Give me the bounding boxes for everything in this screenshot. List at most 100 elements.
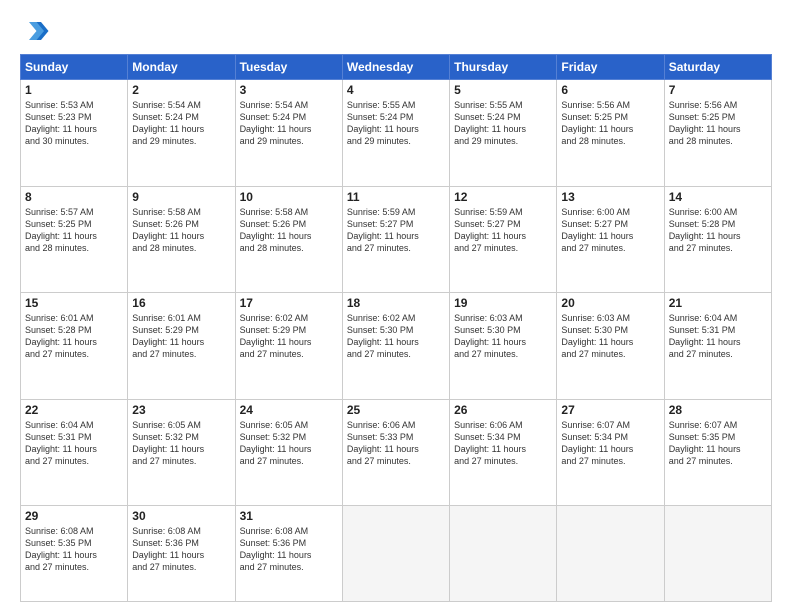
calendar-week-row: 15 Sunrise: 6:01 AM Sunset: 5:28 PM Dayli… <box>21 293 772 400</box>
day-info: Sunrise: 6:06 AM Sunset: 5:33 PM Dayligh… <box>347 419 445 468</box>
day-number: 26 <box>454 403 552 417</box>
calendar-cell: 5 Sunrise: 5:55 AM Sunset: 5:24 PM Daylig… <box>450 80 557 187</box>
calendar-cell: 9Sunrise: 5:58 AM Sunset: 5:26 PM Daylig… <box>128 186 235 293</box>
calendar-cell: 18Sunrise: 6:02 AM Sunset: 5:30 PM Dayli… <box>342 293 449 400</box>
day-number: 18 <box>347 296 445 310</box>
logo <box>20 16 54 46</box>
calendar-header-sunday: Sunday <box>21 55 128 80</box>
day-number: 25 <box>347 403 445 417</box>
day-number: 6 <box>561 83 659 97</box>
day-number: 23 <box>132 403 230 417</box>
calendar-cell: 14 Sunrise: 6:00 AM Sunset: 5:28 PM Dayli… <box>664 186 771 293</box>
calendar-cell: 26 Sunrise: 6:06 AM Sunset: 5:34 PM Dayli… <box>450 399 557 506</box>
day-number: 4 <box>347 83 445 97</box>
day-info: Sunrise: 6:01 AM Sunset: 5:28 PM Dayligh… <box>25 312 123 361</box>
calendar-week-row: 1 Sunrise: 5:53 AM Sunset: 5:23 PM Daylig… <box>21 80 772 187</box>
day-number: 14 <box>669 190 767 204</box>
day-number: 3 <box>240 83 338 97</box>
calendar-cell <box>450 506 557 602</box>
day-number: 27 <box>561 403 659 417</box>
day-number: 8 <box>25 190 123 204</box>
calendar-cell: 2 Sunrise: 5:54 AM Sunset: 5:24 PM Daylig… <box>128 80 235 187</box>
day-number: 10 <box>240 190 338 204</box>
day-number: 17 <box>240 296 338 310</box>
calendar-header-saturday: Saturday <box>664 55 771 80</box>
day-info: Sunrise: 5:53 AM Sunset: 5:23 PM Dayligh… <box>25 99 123 148</box>
calendar-week-row: 29 Sunrise: 6:08 AM Sunset: 5:35 PM Dayli… <box>21 506 772 602</box>
day-info: Sunrise: 6:01 AM Sunset: 5:29 PM Dayligh… <box>132 312 230 361</box>
day-info: Sunrise: 6:02 AM Sunset: 5:29 PM Dayligh… <box>240 312 338 361</box>
calendar-cell <box>664 506 771 602</box>
day-info: Sunrise: 6:03 AM Sunset: 5:30 PM Dayligh… <box>561 312 659 361</box>
calendar-cell: 25 Sunrise: 6:06 AM Sunset: 5:33 PM Dayli… <box>342 399 449 506</box>
day-number: 22 <box>25 403 123 417</box>
calendar-header-row: SundayMondayTuesdayWednesdayThursdayFrid… <box>21 55 772 80</box>
day-info: Sunrise: 6:07 AM Sunset: 5:34 PM Dayligh… <box>561 419 659 468</box>
calendar-table: SundayMondayTuesdayWednesdayThursdayFrid… <box>20 54 772 602</box>
logo-icon <box>20 16 50 46</box>
day-info: Sunrise: 6:08 AM Sunset: 5:36 PM Dayligh… <box>132 525 230 574</box>
calendar-cell: 3 Sunrise: 5:54 AM Sunset: 5:24 PM Daylig… <box>235 80 342 187</box>
calendar-cell: 23Sunrise: 6:05 AM Sunset: 5:32 PM Dayli… <box>128 399 235 506</box>
day-info: Sunrise: 6:07 AM Sunset: 5:35 PM Dayligh… <box>669 419 767 468</box>
calendar-cell: 13Sunrise: 6:00 AM Sunset: 5:27 PM Dayli… <box>557 186 664 293</box>
day-number: 5 <box>454 83 552 97</box>
day-info: Sunrise: 6:04 AM Sunset: 5:31 PM Dayligh… <box>25 419 123 468</box>
day-info: Sunrise: 6:08 AM Sunset: 5:35 PM Dayligh… <box>25 525 123 574</box>
day-number: 7 <box>669 83 767 97</box>
calendar-week-row: 22 Sunrise: 6:04 AM Sunset: 5:31 PM Dayli… <box>21 399 772 506</box>
calendar-cell: 12 Sunrise: 5:59 AM Sunset: 5:27 PM Dayli… <box>450 186 557 293</box>
day-info: Sunrise: 5:58 AM Sunset: 5:26 PM Dayligh… <box>240 206 338 255</box>
calendar-header-wednesday: Wednesday <box>342 55 449 80</box>
calendar-cell: 7 Sunrise: 5:56 AM Sunset: 5:25 PM Daylig… <box>664 80 771 187</box>
calendar-header-friday: Friday <box>557 55 664 80</box>
day-info: Sunrise: 5:55 AM Sunset: 5:24 PM Dayligh… <box>454 99 552 148</box>
day-number: 30 <box>132 509 230 523</box>
header <box>20 16 772 46</box>
day-number: 19 <box>454 296 552 310</box>
day-number: 9 <box>132 190 230 204</box>
day-info: Sunrise: 6:04 AM Sunset: 5:31 PM Dayligh… <box>669 312 767 361</box>
day-info: Sunrise: 6:06 AM Sunset: 5:34 PM Dayligh… <box>454 419 552 468</box>
page: SundayMondayTuesdayWednesdayThursdayFrid… <box>0 0 792 612</box>
day-number: 1 <box>25 83 123 97</box>
calendar-cell: 27 Sunrise: 6:07 AM Sunset: 5:34 PM Dayli… <box>557 399 664 506</box>
day-info: Sunrise: 6:03 AM Sunset: 5:30 PM Dayligh… <box>454 312 552 361</box>
day-info: Sunrise: 5:55 AM Sunset: 5:24 PM Dayligh… <box>347 99 445 148</box>
day-info: Sunrise: 5:54 AM Sunset: 5:24 PM Dayligh… <box>240 99 338 148</box>
calendar-header-monday: Monday <box>128 55 235 80</box>
calendar-cell: 4 Sunrise: 5:55 AM Sunset: 5:24 PM Daylig… <box>342 80 449 187</box>
day-number: 28 <box>669 403 767 417</box>
calendar-cell: 16 Sunrise: 6:01 AM Sunset: 5:29 PM Dayli… <box>128 293 235 400</box>
calendar-cell: 8Sunrise: 5:57 AM Sunset: 5:25 PM Daylig… <box>21 186 128 293</box>
day-number: 11 <box>347 190 445 204</box>
day-info: Sunrise: 5:59 AM Sunset: 5:27 PM Dayligh… <box>454 206 552 255</box>
calendar-cell: 29 Sunrise: 6:08 AM Sunset: 5:35 PM Dayli… <box>21 506 128 602</box>
calendar-cell: 1 Sunrise: 5:53 AM Sunset: 5:23 PM Daylig… <box>21 80 128 187</box>
calendar-header-thursday: Thursday <box>450 55 557 80</box>
calendar-cell <box>342 506 449 602</box>
day-number: 16 <box>132 296 230 310</box>
calendar-cell: 22 Sunrise: 6:04 AM Sunset: 5:31 PM Dayli… <box>21 399 128 506</box>
day-info: Sunrise: 5:56 AM Sunset: 5:25 PM Dayligh… <box>669 99 767 148</box>
calendar-header-tuesday: Tuesday <box>235 55 342 80</box>
day-number: 29 <box>25 509 123 523</box>
day-number: 15 <box>25 296 123 310</box>
calendar-cell: 31Sunrise: 6:08 AM Sunset: 5:36 PM Dayli… <box>235 506 342 602</box>
calendar-cell: 28 Sunrise: 6:07 AM Sunset: 5:35 PM Dayli… <box>664 399 771 506</box>
calendar-cell: 11 Sunrise: 5:59 AM Sunset: 5:27 PM Dayli… <box>342 186 449 293</box>
calendar-cell: 10 Sunrise: 5:58 AM Sunset: 5:26 PM Dayli… <box>235 186 342 293</box>
day-info: Sunrise: 6:08 AM Sunset: 5:36 PM Dayligh… <box>240 525 338 574</box>
day-number: 12 <box>454 190 552 204</box>
day-info: Sunrise: 5:59 AM Sunset: 5:27 PM Dayligh… <box>347 206 445 255</box>
day-info: Sunrise: 5:56 AM Sunset: 5:25 PM Dayligh… <box>561 99 659 148</box>
day-number: 20 <box>561 296 659 310</box>
calendar-cell: 15 Sunrise: 6:01 AM Sunset: 5:28 PM Dayli… <box>21 293 128 400</box>
calendar-cell: 24 Sunrise: 6:05 AM Sunset: 5:32 PM Dayli… <box>235 399 342 506</box>
day-info: Sunrise: 6:00 AM Sunset: 5:28 PM Dayligh… <box>669 206 767 255</box>
day-number: 24 <box>240 403 338 417</box>
day-number: 2 <box>132 83 230 97</box>
day-info: Sunrise: 5:54 AM Sunset: 5:24 PM Dayligh… <box>132 99 230 148</box>
calendar-cell: 20 Sunrise: 6:03 AM Sunset: 5:30 PM Dayli… <box>557 293 664 400</box>
day-info: Sunrise: 6:05 AM Sunset: 5:32 PM Dayligh… <box>240 419 338 468</box>
